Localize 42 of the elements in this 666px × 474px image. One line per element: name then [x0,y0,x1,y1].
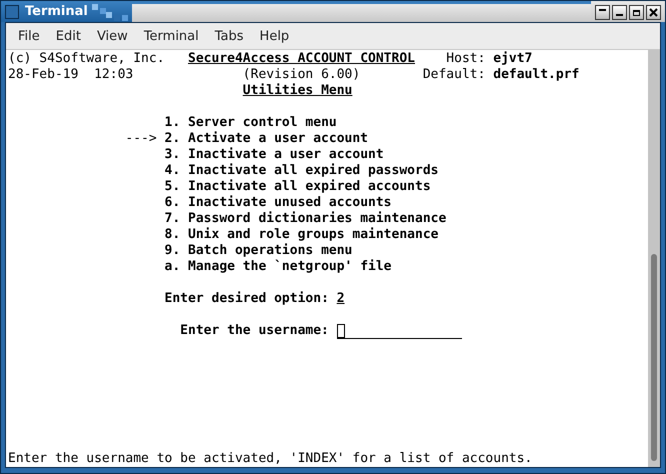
copyright-text: (c) S4Software, Inc. [8,51,165,67]
option-prompt: Enter desired option: [164,291,329,307]
status-line: Enter the username to be activated, 'INDEX' for a list of accounts. [8,451,532,467]
menu-option[interactable]: 5. Inactivate all expired accounts [164,179,431,195]
menu-item[interactable]: Tabs [206,28,252,44]
menu-option[interactable]: 9. Batch operations menu [164,243,352,259]
maximize-button[interactable] [629,5,644,20]
revision-text: (Revision 6.00) [242,67,360,83]
menu-option[interactable]: a. Manage the `netgroup' file [164,259,392,275]
date-text: 28-Feb-19 [8,67,78,83]
menu-item[interactable]: Help [252,28,298,44]
menu-item[interactable]: Edit [48,28,89,44]
scrollbar[interactable] [648,50,660,467]
maximize-icon [632,8,641,17]
time-text: 12:03 [94,67,134,83]
host-label: Host: [446,51,486,67]
close-button[interactable] [646,5,661,20]
menu-option[interactable]: 4. Inactivate all expired passwords [164,163,438,179]
username-field[interactable] [336,323,462,339]
menu-option[interactable]: 6. Inactivate unused accounts [164,195,392,211]
product-title: Secure4Access ACCOUNT CONTROL [188,51,415,67]
close-icon [649,8,658,17]
menu-option[interactable]: 7. Password dictionaries maintenance [164,211,446,227]
menu-title: Utilities Menu [242,83,352,99]
host-name: ejvt7 [493,51,532,67]
menu-item[interactable]: View [88,28,136,44]
menu-item[interactable]: File [10,28,48,44]
scroll-thumb[interactable] [651,254,657,461]
menu-option[interactable]: 8. Unix and role groups maintenance [164,227,438,243]
menu-option[interactable]: 2. Activate a user account [164,131,368,147]
option-value: 2 [336,291,345,307]
menu-button[interactable] [595,5,610,20]
window-title: Terminal [25,4,88,19]
selection-pointer: ---> [125,131,157,147]
menu-option[interactable]: 3. Inactivate a user account [164,147,384,163]
username-prompt: Enter the username: [180,323,329,339]
menu-option[interactable]: 1. Server control menu [164,115,337,131]
minimize-button[interactable] [612,5,627,20]
terminal-icon [5,4,19,18]
default-label: Default: [422,67,486,83]
menu-item[interactable]: Terminal [136,28,207,44]
default-profile: default.prf [493,67,580,83]
